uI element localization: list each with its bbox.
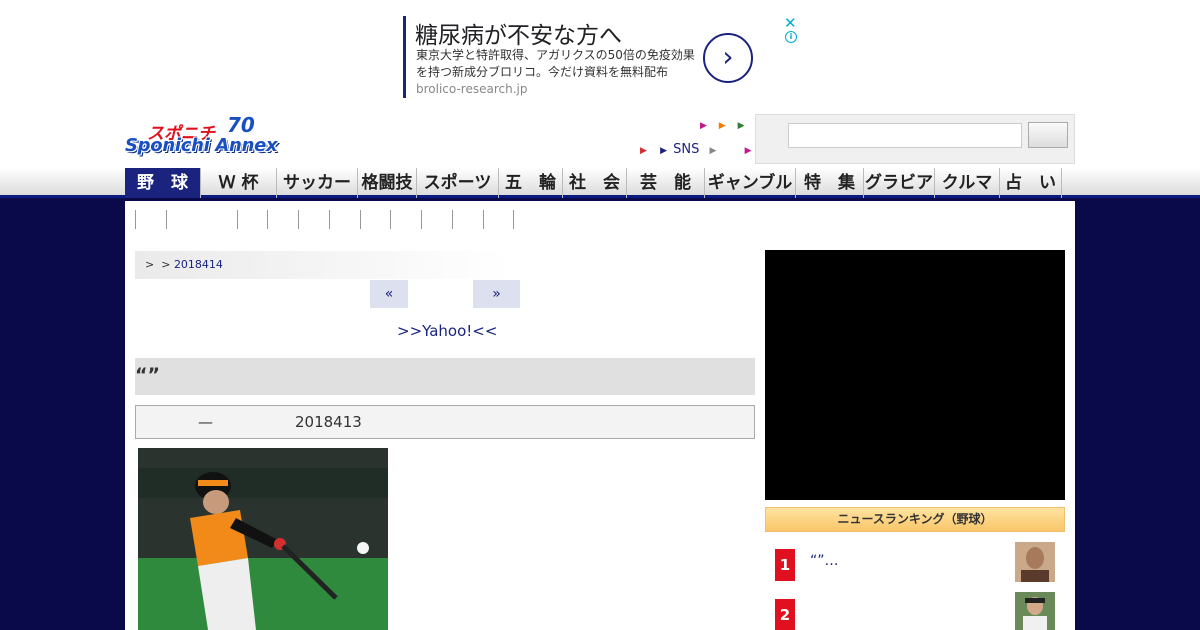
ranking-item[interactable]: 1 “”… (765, 542, 1065, 586)
nav-item[interactable]: 野 球 (125, 168, 201, 198)
ad-banner[interactable]: 糖尿病が不安な方へ 東京大学と特許取得、アガリクスの50倍の免疫効果を持つ新成分… (403, 14, 803, 100)
header-link-marker-2[interactable]: ▶ (719, 121, 726, 131)
header-link-marker-4[interactable]: ▶ (640, 146, 647, 156)
header-link-marker-3[interactable]: ▶ (738, 121, 745, 131)
subnav-divider (483, 210, 484, 229)
next-article-button[interactable]: » (473, 280, 520, 308)
byline-dash: — (198, 413, 213, 431)
search-button[interactable] (1028, 122, 1068, 148)
byline-date: 2018413 (295, 413, 362, 431)
ranking-thumbnail[interactable] (1015, 542, 1055, 582)
subnav-divider (329, 210, 330, 229)
header-link-marker-1[interactable]: ▶ (700, 121, 707, 131)
ranking-item[interactable]: 2 (765, 592, 1065, 630)
article-title: “” (135, 358, 755, 395)
subnav-divider (452, 210, 453, 229)
ranking-number: 2 (775, 599, 795, 630)
video-player[interactable] (765, 250, 1065, 500)
logo-70th-badge: 70 (227, 113, 255, 137)
yahoo-link[interactable]: >>Yahoo!<< (397, 322, 497, 340)
sns-link[interactable]: SNS (673, 142, 699, 157)
nav-item[interactable]: グラビア (864, 168, 935, 198)
main-content: > > 2018414 « » >>Yahoo!<< “” — 2018413 … (125, 201, 1075, 630)
nav-item[interactable]: 占 い (1000, 168, 1062, 198)
sponichi-logo[interactable]: スポニチ 70 Sponichi Annex (125, 113, 317, 163)
ad-close-icon[interactable]: ✕ (784, 14, 797, 32)
player-thumbnail-icon (1015, 592, 1055, 630)
ad-domain: brolico-research.jp (416, 82, 528, 96)
nav-item[interactable]: 特 集 (796, 168, 864, 198)
batter-photo-illustration (138, 448, 388, 630)
article-photo[interactable] (138, 448, 388, 630)
ranking-title[interactable]: “”… (810, 553, 839, 569)
logo-wordmark: Sponichi Annex (125, 135, 278, 156)
article-byline: — 2018413 (135, 405, 755, 439)
ranking-header: ニュースランキング（野球） (765, 507, 1065, 532)
sns-marker-icon: ▶ (660, 146, 667, 156)
search-box (755, 114, 1075, 164)
main-nav-items: 野 球Ｗ 杯サッカー 格闘技 スポーツ五 輪社 会芸 能ギャンブル特 集グラビア クル… (125, 168, 1062, 198)
nav-item[interactable]: 社 会 (563, 168, 627, 198)
header-link-marker-6[interactable]: ▶ (745, 146, 752, 156)
person-thumbnail-icon (1015, 542, 1055, 582)
subnav-divider (390, 210, 391, 229)
nav-item[interactable]: 格闘技 (358, 168, 417, 198)
subnav-divider (135, 210, 136, 229)
subnav-divider (298, 210, 299, 229)
header-links-row2: ▶ ▶ SNS ▶ ▶ (640, 142, 760, 157)
ranking-number: 1 (775, 549, 795, 581)
breadcrumb-separator: > (161, 258, 171, 271)
subnav-divider (166, 210, 167, 229)
ad-info-icon[interactable]: i (785, 31, 797, 43)
subnav-divider (267, 210, 268, 229)
ad-body[interactable]: 東京大学と特許取得、アガリクスの50倍の免疫効果を持つ新成分ブロリコ。今だけ資料… (416, 47, 698, 98)
breadcrumb-date[interactable]: 2018414 (174, 258, 223, 271)
breadcrumb: > > 2018414 (135, 251, 510, 279)
subnav-divider (360, 210, 361, 229)
search-input[interactable] (788, 123, 1022, 148)
prev-article-button[interactable]: « (370, 280, 408, 308)
ad-accent-bar (403, 16, 406, 98)
nav-item[interactable]: ギャンブル (705, 168, 796, 198)
header-links-row1: ▶ ▶ ▶ (700, 121, 754, 131)
nav-item[interactable]: 芸 能 (627, 168, 705, 198)
nav-item[interactable]: Ｗ 杯 (201, 168, 277, 198)
ad-body-text: 東京大学と特許取得、アガリクスの50倍の免疫効果を持つ新成分ブロリコ。今だけ資料… (416, 48, 695, 79)
header-link-marker-5[interactable]: ▶ (710, 146, 717, 156)
ranking-thumbnail[interactable] (1015, 592, 1055, 630)
ad-title[interactable]: 糖尿病が不安な方へ (415, 16, 622, 50)
nav-item[interactable]: クルマ (935, 168, 1000, 198)
main-nav: 野 球Ｗ 杯サッカー 格闘技 スポーツ五 輪社 会芸 能ギャンブル特 集グラビア クル… (0, 168, 1200, 198)
breadcrumb-separator: > (145, 258, 155, 271)
subnav-divider (237, 210, 238, 229)
nav-item[interactable]: スポーツ (417, 168, 499, 198)
subnav-divider (421, 210, 422, 229)
subnav-divider (513, 210, 514, 229)
nav-item[interactable]: サッカー (277, 168, 358, 198)
ad-arrow-button[interactable]: › (703, 33, 753, 83)
nav-item[interactable]: 五 輪 (499, 168, 563, 198)
